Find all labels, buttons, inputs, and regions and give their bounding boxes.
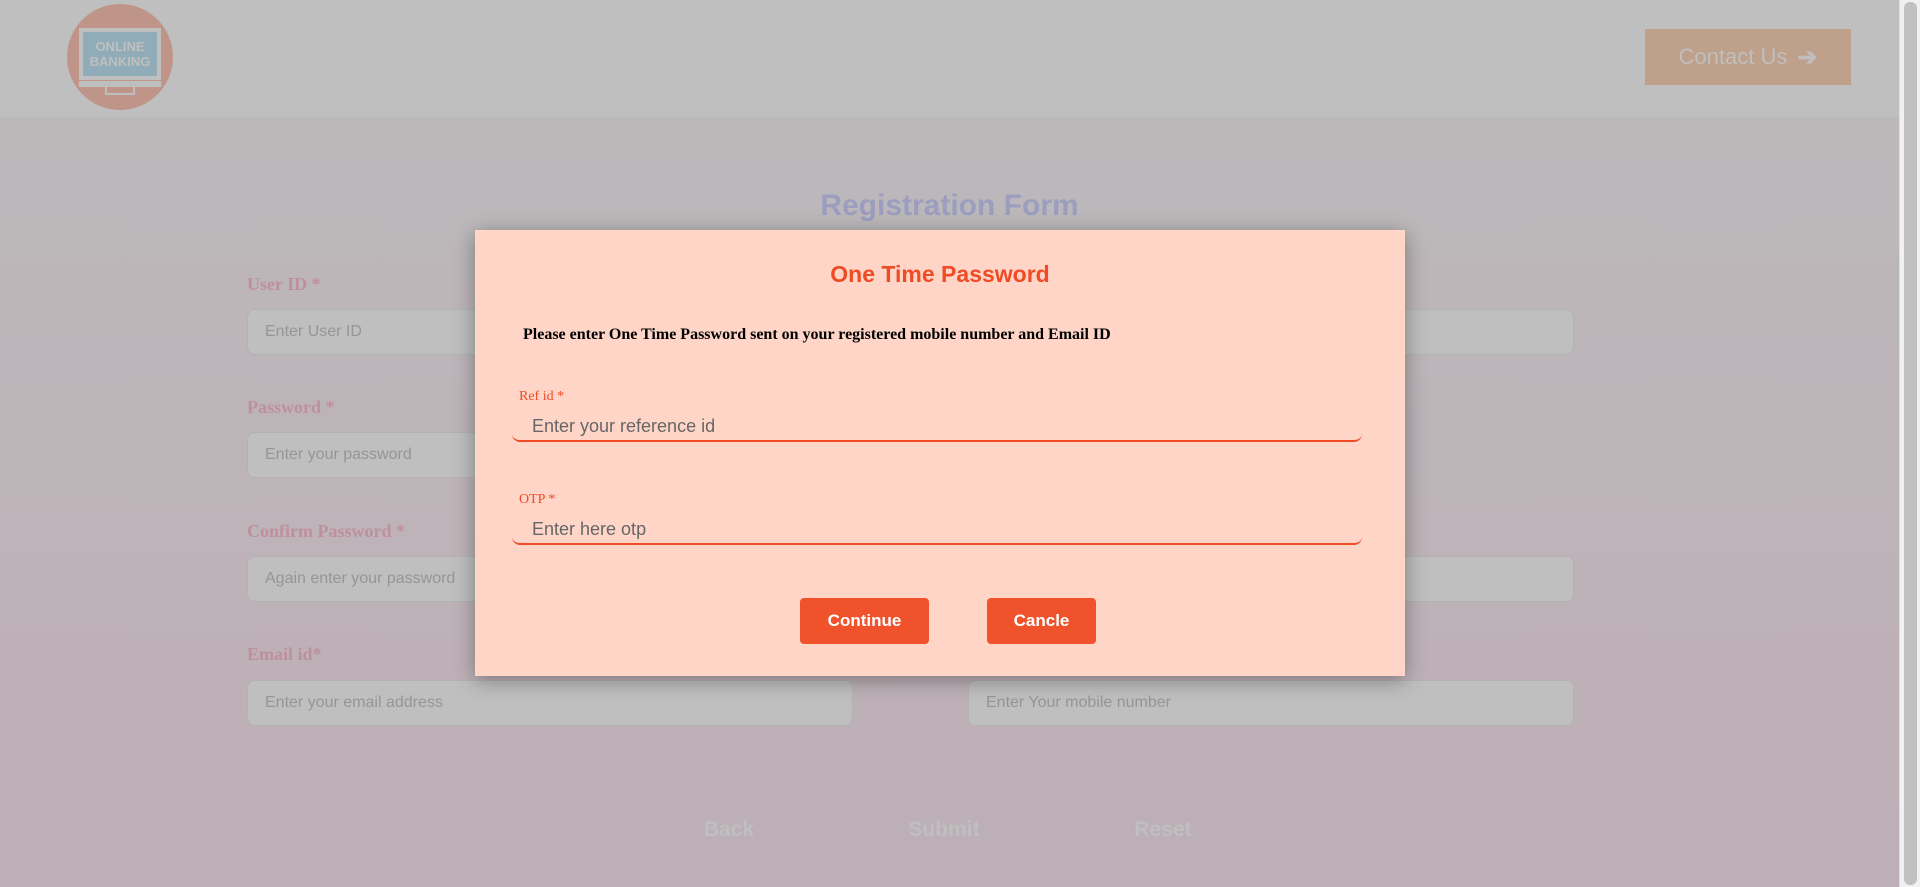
- otp-modal-title: One Time Password: [830, 261, 1050, 287]
- vertical-scrollbar[interactable]: [1899, 0, 1920, 887]
- ref-id-input[interactable]: Enter your reference id: [512, 412, 1362, 442]
- cancel-button[interactable]: Cancle: [987, 598, 1096, 644]
- scrollbar-thumb[interactable]: [1904, 2, 1917, 885]
- continue-button[interactable]: Continue: [800, 598, 929, 644]
- otp-instructions: Please enter One Time Password sent on y…: [523, 326, 1111, 343]
- ref-id-label: Ref id *: [519, 389, 565, 404]
- otp-input[interactable]: Enter here otp: [512, 515, 1362, 545]
- otp-label: OTP *: [519, 492, 556, 507]
- otp-modal: One Time Password Please enter One Time …: [475, 230, 1405, 676]
